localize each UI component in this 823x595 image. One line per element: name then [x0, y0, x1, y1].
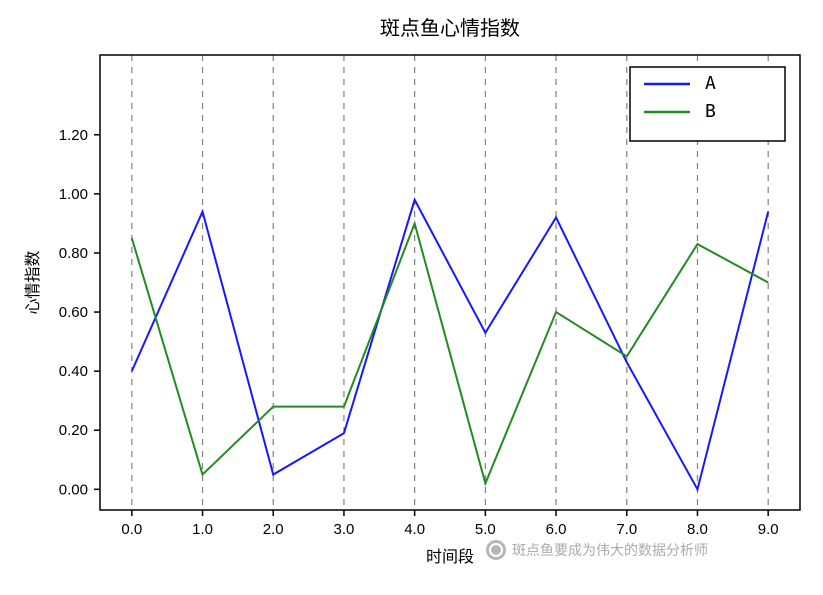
y-axis-label: 心情指数	[24, 250, 42, 314]
x-tick-label: 2.0	[263, 521, 284, 538]
legend-label-A: A	[705, 73, 716, 94]
wechat-icon	[486, 540, 506, 560]
x-tick-label: 9.0	[758, 521, 779, 538]
watermark: 斑点鱼要成为伟大的数据分析师	[486, 540, 708, 560]
y-tick-label: 0.80	[59, 245, 88, 262]
series-line-A	[132, 200, 768, 490]
line-chart: 0.0 1.0 2.0 3.0 4.0 5.0 6.0 7.0 8.0 9.0 0.00 0.20 0.…	[0, 0, 823, 595]
x-tick-label: 7.0	[616, 521, 637, 538]
x-tick-label: 5.0	[475, 521, 496, 538]
y-tick-label: 0.60	[59, 304, 88, 321]
y-tick-label: 0.40	[59, 363, 88, 380]
y-tick-label: 1.00	[59, 186, 88, 203]
x-axis-label: 时间段	[426, 548, 474, 566]
chart-container: 0.0 1.0 2.0 3.0 4.0 5.0 6.0 7.0 8.0 9.0 0.00 0.20 0.…	[0, 0, 823, 595]
x-tick-label: 3.0	[334, 521, 355, 538]
y-tick-label: 0.00	[59, 481, 88, 498]
x-tick-label: 0.0	[121, 521, 142, 538]
chart-title: 斑点鱼心情指数	[380, 17, 520, 40]
x-tick-label: 1.0	[192, 521, 213, 538]
watermark-text: 斑点鱼要成为伟大的数据分析师	[512, 540, 708, 560]
x-tick-label: 4.0	[404, 521, 425, 538]
x-tick-label: 8.0	[687, 521, 708, 538]
y-tick-label: 1.20	[59, 127, 88, 144]
y-tick-label: 0.20	[59, 422, 88, 439]
legend-label-B: B	[705, 101, 716, 122]
x-tick-label: 6.0	[546, 521, 567, 538]
